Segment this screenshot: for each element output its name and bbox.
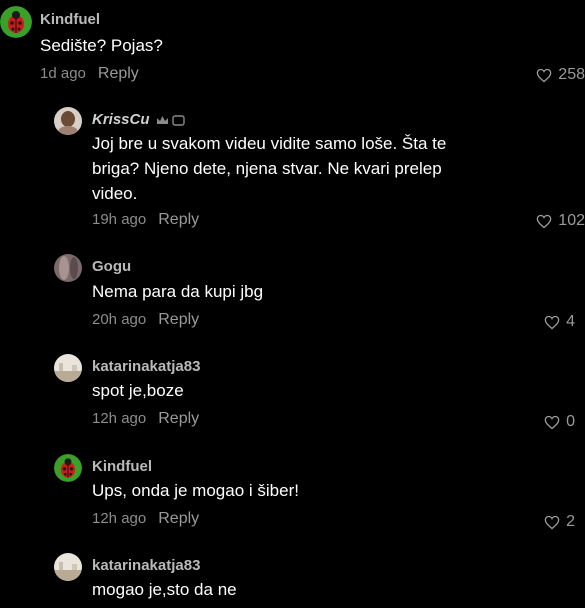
comment-meta: 12h ago Reply: [92, 510, 199, 528]
comment-meta: 20h ago Reply: [92, 311, 199, 329]
heart-icon: [544, 315, 560, 329]
heart-icon: [536, 68, 552, 82]
comment-author[interactable]: Gogu: [92, 258, 131, 275]
comment-author[interactable]: katarinakatja83: [92, 358, 200, 375]
landscape-avatar-icon[interactable]: [54, 354, 82, 382]
comment-time: 1d ago: [40, 65, 86, 82]
badge-icons: [156, 113, 185, 127]
comment-time: 19h ago: [92, 211, 147, 228]
like-button[interactable]: 102: [536, 212, 585, 230]
comment-text: Nema para da kupi jbg: [92, 282, 264, 301]
heart-icon: [544, 415, 560, 429]
heart-icon: [544, 515, 560, 529]
reply-button[interactable]: Reply: [158, 510, 199, 527]
comment-text: Joj bre u svakom videu vidite samo loše.…: [92, 134, 447, 203]
reply-button[interactable]: Reply: [158, 311, 199, 328]
user-photo-avatar-icon[interactable]: [54, 107, 82, 135]
comment-meta: 19h ago Reply: [92, 211, 199, 229]
comment-author[interactable]: Kindfuel: [92, 458, 152, 475]
comment-time: 20h ago: [92, 311, 147, 328]
comment-time: 12h ago: [92, 410, 147, 427]
like-button[interactable]: 258: [536, 66, 585, 84]
reply-button[interactable]: Reply: [158, 410, 199, 427]
like-count: 0: [566, 413, 575, 430]
badge-icon: [172, 115, 185, 127]
like-button[interactable]: 0: [544, 413, 575, 431]
comment-meta: 1d ago Reply: [40, 65, 139, 83]
like-count: 4: [566, 313, 575, 330]
like-count: 102: [558, 212, 585, 229]
reply-button[interactable]: Reply: [98, 65, 139, 82]
comment-author[interactable]: katarinakatja83: [92, 557, 200, 574]
like-button[interactable]: 2: [544, 513, 575, 531]
crown-icon: [156, 116, 168, 125]
ladybug-avatar-icon[interactable]: [54, 454, 82, 482]
comment-text: Ups, onda je mogao i šiber!: [92, 481, 299, 500]
comment-text: spot je,boze: [92, 381, 184, 400]
like-count: 2: [566, 513, 575, 530]
comment-time: 12h ago: [92, 510, 147, 527]
author-name: KrissCu: [92, 111, 150, 128]
comment-text: mogao je,sto da ne: [92, 580, 237, 599]
comment-author[interactable]: KrissCu: [92, 111, 185, 128]
ladybug-avatar-icon[interactable]: [0, 6, 32, 38]
comment-text: Sedište? Pojas?: [40, 36, 163, 55]
landscape-avatar-icon[interactable]: [54, 553, 82, 581]
user-photo-avatar-icon[interactable]: [54, 254, 82, 282]
like-button[interactable]: 4: [544, 313, 575, 331]
comment-author[interactable]: Kindfuel: [40, 11, 100, 28]
reply-button[interactable]: Reply: [158, 211, 199, 228]
like-count: 258: [558, 66, 585, 83]
heart-icon: [536, 214, 552, 228]
comment-meta: 12h ago Reply: [92, 410, 199, 428]
